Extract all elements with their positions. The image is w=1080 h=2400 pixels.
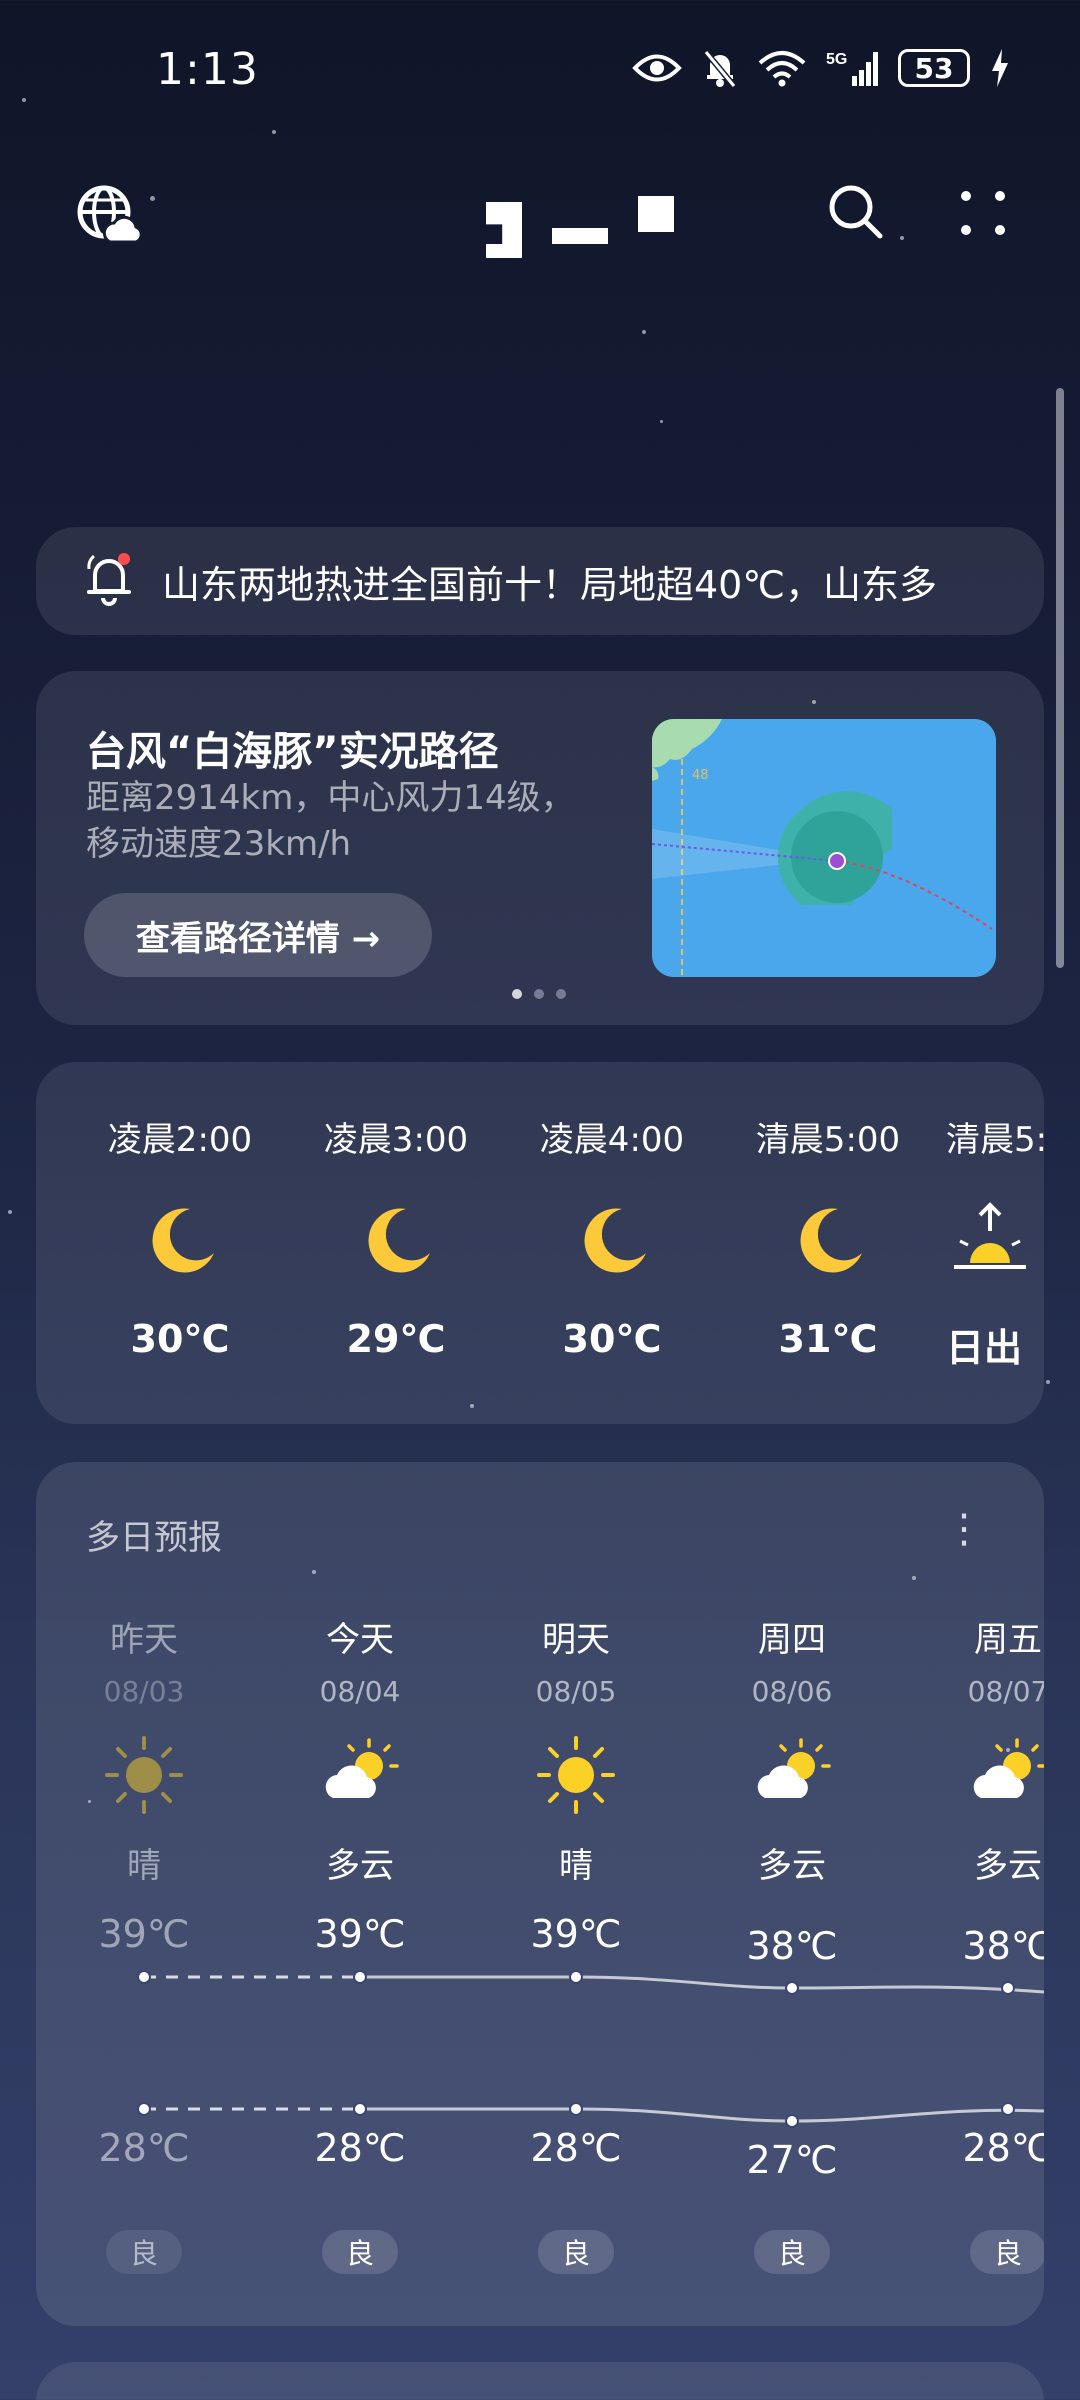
aqi-badge: 良 xyxy=(754,2230,830,2274)
hour-item[interactable]: 凌晨3:00 29℃ xyxy=(296,1112,496,1361)
mute-bell-icon xyxy=(702,48,738,88)
more-menu-icon[interactable] xyxy=(958,188,1008,242)
hour-temp: 日出 xyxy=(946,1326,1023,1370)
hour-temp: 31℃ xyxy=(778,1317,878,1361)
vertical-more-icon[interactable]: ⋮ xyxy=(944,1506,984,1552)
high-temp: 39℃ xyxy=(530,1912,622,1956)
status-icons: 5G 53 xyxy=(632,48,1010,88)
typhoon-desc-line1: 距离2914km，中心风力14级， xyxy=(86,778,575,818)
day-item-yesterday[interactable]: 昨天 08/03 晴 xyxy=(44,1612,244,1887)
partly-cloudy-icon xyxy=(749,1732,835,1818)
day-name: 周四 xyxy=(758,1620,826,1660)
hourly-forecast-card[interactable]: 凌晨2:00 30℃ 凌晨3:00 29℃ 凌晨4:00 30℃ 清晨5:00 … xyxy=(36,1062,1044,1424)
day-item-friday[interactable]: 周五 08/07 多云 xyxy=(908,1612,1044,1887)
low-temp: 27℃ xyxy=(746,2138,838,2182)
hour-time: 凌晨2:00 xyxy=(107,1120,253,1160)
day-name: 明天 xyxy=(542,1620,610,1660)
sunrise-icon xyxy=(950,1201,1030,1281)
news-alert-banner[interactable]: 山东两地热进全国前十！局地超40℃，山东多 xyxy=(36,527,1044,635)
moon-icon xyxy=(356,1201,436,1281)
low-temp: 28℃ xyxy=(98,2126,190,2170)
scrollbar[interactable] xyxy=(1056,388,1064,968)
partly-cloudy-icon xyxy=(965,1732,1044,1818)
typhoon-map-thumbnail[interactable]: 48 xyxy=(652,719,996,977)
bell-notification-icon xyxy=(84,551,134,611)
multi-day-forecast-card[interactable]: 多日预报 ⋮ 昨天 08/03 晴 今天 08/04 多云 明天 08/05 晴 xyxy=(36,1462,1044,2326)
moon-icon xyxy=(788,1201,868,1281)
low-temp: 28℃ xyxy=(314,2126,406,2170)
sun-icon xyxy=(101,1732,187,1818)
next-card-peek[interactable] xyxy=(36,2362,1044,2400)
hour-time: 凌晨3:00 xyxy=(323,1120,469,1160)
signal-5g-icon: 5G xyxy=(826,48,878,88)
typhoon-desc-line2: 移动速度23km/h xyxy=(86,824,352,864)
low-temp: 28℃ xyxy=(530,2126,622,2170)
hour-temp: 30℃ xyxy=(562,1317,662,1361)
day-date: 08/04 xyxy=(319,1675,401,1708)
low-temp: 28℃ xyxy=(962,2126,1044,2170)
day-name: 周五 xyxy=(974,1620,1042,1660)
typhoon-title: 台风“白海豚”实况路径 xyxy=(86,729,499,775)
hour-item[interactable]: 清晨5: 日出 xyxy=(942,1112,1044,1372)
high-temp: 38℃ xyxy=(746,1924,838,1968)
hour-time: 凌晨4:00 xyxy=(539,1120,685,1160)
day-name: 昨天 xyxy=(110,1620,178,1660)
hour-item[interactable]: 凌晨4:00 30℃ xyxy=(512,1112,712,1361)
moon-icon xyxy=(140,1201,220,1281)
status-time: 1:13 xyxy=(156,44,259,95)
day-date: 08/05 xyxy=(535,1675,617,1708)
aqi-badge: 良 xyxy=(538,2230,614,2274)
city-name-redacted[interactable] xyxy=(486,196,674,258)
day-condition: 多云 xyxy=(974,1846,1042,1886)
hour-temp: 29℃ xyxy=(346,1317,446,1361)
day-condition: 多云 xyxy=(326,1846,394,1886)
day-item-today[interactable]: 今天 08/04 多云 xyxy=(260,1612,460,1887)
svg-text:5G: 5G xyxy=(826,51,847,68)
moon-icon xyxy=(572,1201,652,1281)
day-condition: 晴 xyxy=(127,1846,161,1886)
map-warning-label: 48 xyxy=(692,768,709,783)
day-date: 08/03 xyxy=(103,1675,185,1708)
typhoon-track-card[interactable]: 台风“白海豚”实况路径 距离2914km，中心风力14级， 移动速度23km/h… xyxy=(36,671,1044,1025)
typhoon-description: 距离2914km，中心风力14级， 移动速度23km/h xyxy=(86,775,606,867)
wifi-icon xyxy=(758,49,806,87)
status-bar: 1:13 5G 53 xyxy=(0,0,1080,140)
eye-icon xyxy=(632,51,682,85)
sun-icon xyxy=(533,1732,619,1818)
search-icon[interactable] xyxy=(826,182,886,246)
temperature-trend-chart xyxy=(137,1970,1044,2128)
high-temp: 38℃ xyxy=(962,1924,1044,1968)
day-date: 08/06 xyxy=(751,1675,833,1708)
day-condition: 多云 xyxy=(758,1846,826,1886)
hour-item[interactable]: 清晨5:00 31℃ xyxy=(728,1112,928,1361)
day-item-thursday[interactable]: 周四 08/06 多云 xyxy=(692,1612,892,1887)
day-item-tomorrow[interactable]: 明天 08/05 晴 xyxy=(476,1612,676,1887)
aqi-badge: 良 xyxy=(970,2230,1044,2274)
battery-indicator: 53 xyxy=(898,49,970,87)
day-condition: 晴 xyxy=(559,1846,593,1886)
top-app-bar xyxy=(0,170,1080,290)
view-track-details-button[interactable]: 查看路径详情 → xyxy=(84,893,432,977)
day-date: 08/07 xyxy=(967,1675,1044,1708)
hour-temp: 30℃ xyxy=(130,1317,230,1361)
alert-text: 山东两地热进全国前十！局地超40℃，山东多 xyxy=(162,562,938,607)
city-manage-globe-icon[interactable] xyxy=(76,184,143,254)
partly-cloudy-icon xyxy=(317,1732,403,1818)
day-name: 今天 xyxy=(326,1620,394,1660)
aqi-badge: 良 xyxy=(106,2230,182,2274)
aqi-badge: 良 xyxy=(322,2230,398,2274)
hour-time: 清晨5: xyxy=(946,1120,1044,1160)
hour-item[interactable]: 凌晨2:00 30℃ xyxy=(80,1112,280,1361)
high-temp: 39℃ xyxy=(314,1912,406,1956)
charging-bolt-icon xyxy=(990,49,1010,87)
daily-title: 多日预报 xyxy=(86,1518,222,1558)
carousel-indicator xyxy=(512,989,566,999)
hour-time: 清晨5:00 xyxy=(755,1120,901,1160)
high-temp: 39℃ xyxy=(98,1912,190,1956)
